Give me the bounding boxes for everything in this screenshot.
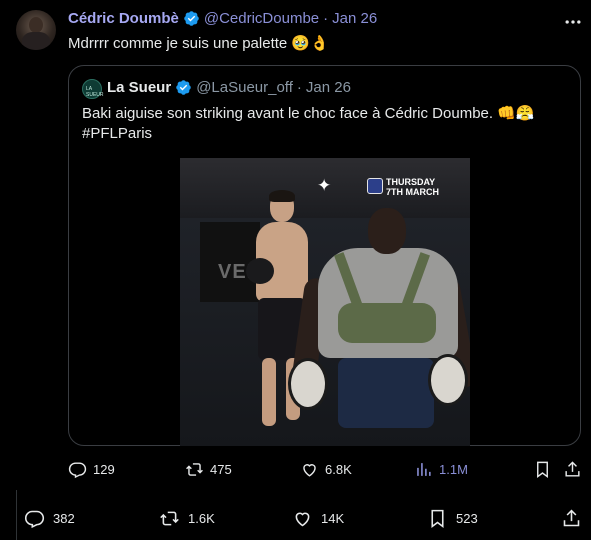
fighter-right (288, 208, 470, 446)
quote-header: La Sueur @LaSueur_off · Jan 26 (107, 79, 351, 96)
heart-icon (295, 512, 310, 527)
event-date-overlay: THURSDAY 7TH MARCH (386, 177, 439, 197)
quote-hashtag[interactable]: #PFLParis (82, 125, 152, 142)
quote-view-count: 1.1M (439, 462, 468, 477)
verified-badge-icon (184, 11, 199, 26)
reply-count: 382 (53, 511, 75, 526)
quote-text-emojis: 👊😤 (497, 104, 535, 122)
quote-video[interactable]: VENU ✦ THURSDAY 7TH MARCH (180, 158, 470, 446)
quote-separator: · (296, 79, 302, 96)
tweet-emojis: 🥹👌 (291, 34, 329, 52)
share-upload-icon[interactable] (561, 508, 582, 529)
quote-views-button[interactable]: 1.1M (414, 460, 468, 479)
more-dots-icon[interactable] (563, 12, 583, 32)
event-date: 7TH MARCH (386, 187, 439, 197)
views-bar-chart-icon (417, 463, 431, 476)
quote-like-count: 6.8K (325, 462, 352, 477)
bookmark-icon[interactable] (533, 460, 552, 479)
focus-mitt-left (288, 358, 328, 410)
quote-repost-count: 475 (210, 462, 232, 477)
quote-avatar-label: LA SUEUR (86, 86, 104, 98)
author-avatar[interactable] (16, 10, 56, 50)
quote-repost-button[interactable]: 475 (185, 460, 232, 479)
author-handle[interactable]: @CedricDoumbe (204, 10, 319, 27)
bookmark-icon (431, 509, 444, 528)
quote-text: Baki aiguise son striking avant le choc … (82, 103, 572, 144)
author-name[interactable]: Cédric Doumbè (68, 10, 179, 27)
quote-reply-button[interactable]: 129 (68, 460, 115, 479)
like-count: 14K (321, 511, 345, 526)
sparkle-icon: ✦ (317, 176, 332, 195)
quote-reply-count: 129 (93, 462, 115, 477)
quote-like-button[interactable]: 6.8K (300, 460, 352, 479)
header-separator: · (323, 10, 329, 27)
repost-button[interactable]: 1.6K (159, 508, 215, 529)
event-day: THURSDAY (386, 177, 436, 187)
repost-count: 1.6K (188, 511, 215, 526)
main-action-bar: 382 1.6K 14K 523 (0, 508, 591, 532)
verified-badge-icon (176, 80, 191, 95)
quote-text-body: Baki aiguise son striking avant le choc … (82, 105, 494, 122)
quote-author-avatar[interactable]: LA SUEUR (82, 79, 104, 99)
quote-author-handle[interactable]: @LaSueur_off (196, 79, 293, 96)
tweet-text: Mdrrrr comme je suis une palette 🥹👌 (68, 34, 329, 52)
quote-date[interactable]: Jan 26 (306, 79, 351, 96)
focus-mitt-right (428, 354, 468, 406)
repost-arrows-icon (186, 463, 203, 476)
tweet-header: Cédric Doumbè @CedricDoumbe · Jan 26 (68, 10, 377, 27)
bookmark-button[interactable]: 523 (427, 508, 478, 529)
tweet-text-body: Mdrrrr comme je suis une palette (68, 35, 288, 52)
reply-bubble-icon (68, 462, 87, 479)
quote-action-bar: 129 475 6.8K 1.1M (0, 460, 591, 480)
like-button[interactable]: 14K (292, 508, 344, 529)
event-logo (367, 178, 383, 194)
reply-bubble-icon (24, 510, 45, 529)
quote-author-name[interactable]: La Sueur (107, 79, 171, 96)
share-upload-icon[interactable] (563, 460, 582, 479)
tweet-date[interactable]: Jan 26 (332, 10, 377, 27)
repost-arrows-icon (160, 511, 179, 526)
bookmark-count: 523 (456, 511, 478, 526)
reply-button[interactable]: 382 (24, 508, 75, 529)
heart-icon (303, 464, 316, 477)
quoted-tweet-card[interactable]: LA SUEUR La Sueur @LaSueur_off · Jan 26 … (68, 65, 581, 446)
